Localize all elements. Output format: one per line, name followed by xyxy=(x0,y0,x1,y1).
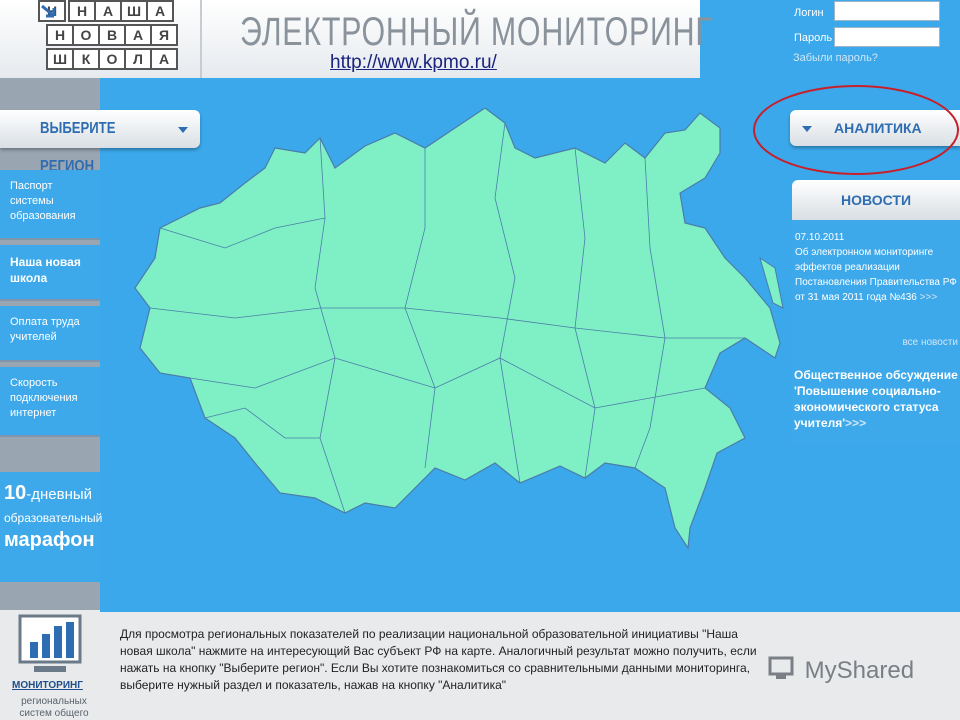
sidebar-item-label: Паспорт системы образования xyxy=(10,180,76,222)
logo-letter: А xyxy=(124,24,152,46)
logo-letter: Л xyxy=(124,48,152,70)
logo-letter: А xyxy=(150,48,178,70)
logo-letter: Н xyxy=(46,24,74,46)
watermark-text: MyShared xyxy=(804,657,915,684)
sidebar-item-teacher-salary[interactable]: Оплата труда учителей xyxy=(0,306,100,362)
sidebar-item-education-passport[interactable]: Паспорт системы образования xyxy=(0,170,100,240)
sidebar-item-label: Скорость подключения интернет xyxy=(10,377,78,419)
site-url-link[interactable]: http://www.kpmo.ru/ xyxy=(330,52,497,74)
logo-letter: К xyxy=(72,48,100,70)
discussion-item[interactable]: Общественное обсуждение 'Повышение социа… xyxy=(794,367,958,431)
discussion-text: 'Повышение социально-экономического стат… xyxy=(794,384,941,430)
news-item[interactable]: Об электронном мониторинге эффектов реал… xyxy=(795,245,959,305)
discussion-title: Общественное обсуждение xyxy=(794,368,958,382)
monitor-chart-icon xyxy=(18,614,82,672)
sidebar-item-label: Наша новая школа xyxy=(10,255,81,285)
logo-letter: Ш xyxy=(46,48,74,70)
logo-letter: В xyxy=(98,24,126,46)
russia-territory[interactable] xyxy=(134,108,781,550)
logo-letter: Н xyxy=(68,0,96,22)
password-input[interactable] xyxy=(834,27,940,47)
news-panel: НОВОСТИ 07.10.2011 Об электронном монито… xyxy=(792,180,960,444)
page-title: ЭЛЕКТРОННЫЙ МОНИТОРИНГ xyxy=(240,10,713,54)
logo-letter: О xyxy=(98,48,126,70)
news-header: НОВОСТИ xyxy=(792,180,960,220)
monitoring-link[interactable]: МОНИТОРИНГ xyxy=(12,680,83,691)
marathon-line3: марафон xyxy=(4,529,95,551)
news-date: 07.10.2011 xyxy=(795,232,845,243)
all-news-link[interactable]: все новости xyxy=(902,337,958,348)
marathon-suffix: -дневный xyxy=(26,486,93,503)
myshared-watermark: MyShared xyxy=(768,654,914,685)
password-label: Пароль xyxy=(794,32,833,44)
forgot-password-link[interactable]: Забыли пароль? xyxy=(793,52,878,64)
logo-letter: О xyxy=(72,24,100,46)
sidebar-item-label: Оплата труда учителей xyxy=(10,316,80,343)
monitoring-subtitle: региональных систем общего xyxy=(19,696,89,719)
marathon-banner[interactable]: 10-дневный образовательный марафон xyxy=(0,472,103,582)
annotation-ellipse xyxy=(753,85,959,175)
myshared-logo-icon xyxy=(768,656,794,679)
logo-letter: А xyxy=(94,0,122,22)
logo-arrow-icon xyxy=(41,4,56,18)
header-divider xyxy=(200,0,202,78)
marathon-line2: образовательный xyxy=(4,511,103,525)
marathon-number: 10 xyxy=(4,482,27,504)
bottom-info-bar: Для просмотра региональных показателей п… xyxy=(100,612,960,720)
logo-letter: Ш xyxy=(120,0,148,22)
sidebar-item-new-school[interactable]: Наша новая школа xyxy=(0,245,100,301)
info-text: Для просмотра региональных показателей п… xyxy=(120,627,757,692)
login-input[interactable] xyxy=(834,1,940,21)
sidebar-item-internet-speed[interactable]: Скорость подключения интернет xyxy=(0,367,100,437)
russia-map[interactable] xyxy=(105,108,795,568)
discussion-more-link[interactable]: >>> xyxy=(845,416,866,430)
login-label: Логин xyxy=(794,7,824,19)
logo-letter: А xyxy=(146,0,174,22)
logo[interactable]: Н Н А Ш А Н О В А Я Ш К О Л А xyxy=(12,0,200,78)
header-bar: Н Н А Ш А Н О В А Я Ш К О Л А ЭЛЕКТРОННЫ… xyxy=(0,0,712,78)
news-more-link[interactable]: >>> xyxy=(920,292,938,303)
logo-letter: Я xyxy=(150,24,178,46)
